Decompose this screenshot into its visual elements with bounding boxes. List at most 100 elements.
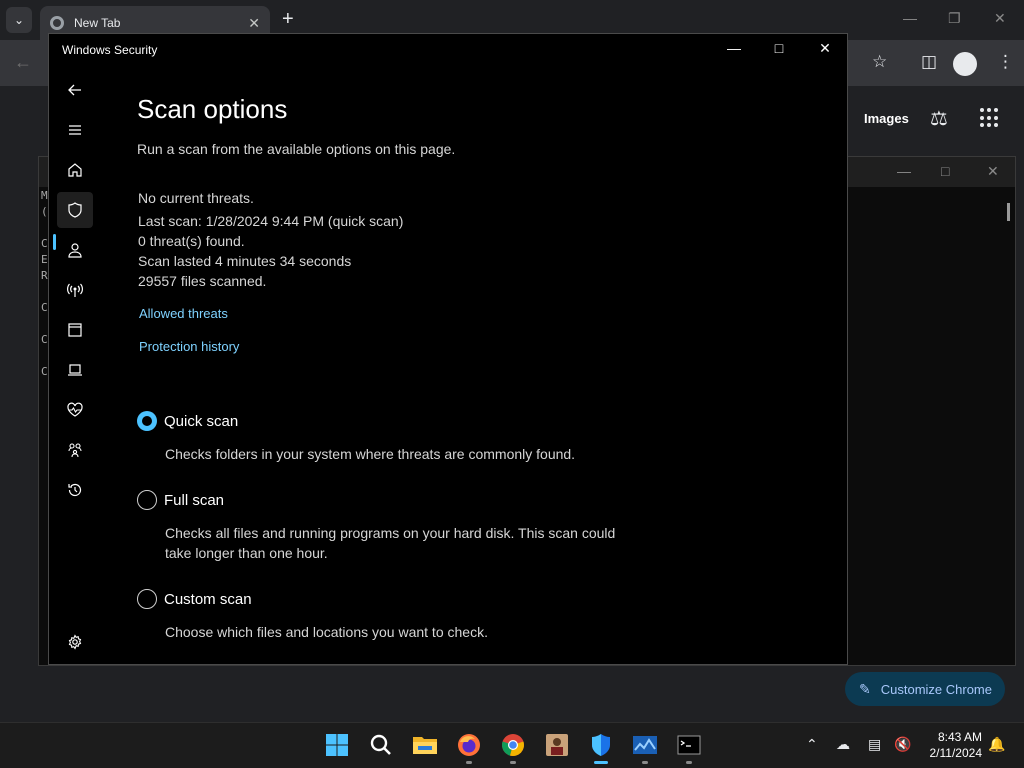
windows-security-button[interactable] (587, 731, 615, 759)
files-scanned-text: 29557 files scanned. (138, 273, 267, 289)
shield-icon (68, 202, 82, 218)
close-icon[interactable]: ✕ (813, 40, 837, 57)
nav-item-firewall[interactable] (57, 272, 93, 308)
threat-status-text: No current threats. (138, 190, 254, 206)
windows-security-icon (592, 734, 610, 756)
page-subtitle: Run a scan from the available options on… (137, 141, 456, 157)
custom-scan-option[interactable]: Custom scan (137, 588, 252, 610)
google-apps-icon[interactable] (980, 108, 1000, 128)
tab-search-button[interactable]: ⌄ (6, 7, 32, 33)
terminal-line: C (41, 333, 48, 346)
customize-chrome-label: Customize Chrome (880, 681, 992, 697)
chrome-button[interactable] (499, 731, 527, 759)
terminal-scrollbar[interactable] (1007, 203, 1010, 221)
nav-item-settings[interactable] (57, 624, 93, 660)
full-scan-label: Full scan (164, 491, 225, 509)
bookmark-star-icon[interactable]: ☆ (872, 52, 887, 72)
nav-menu-button[interactable] (57, 112, 93, 148)
terminal-close-icon[interactable]: ✕ (987, 163, 999, 180)
chrome-restore-icon[interactable]: ❐ (948, 10, 961, 27)
app-icon (546, 734, 568, 756)
file-explorer-button[interactable] (411, 731, 439, 759)
custom-scan-label: Custom scan (164, 590, 252, 608)
full-scan-radio[interactable] (137, 490, 157, 510)
nav-item-device-security[interactable] (57, 352, 93, 388)
nav-item-home[interactable] (57, 152, 93, 188)
network-icon[interactable]: ▤ (868, 736, 881, 753)
settings-gear-icon (68, 634, 82, 650)
quick-scan-option[interactable]: Quick scan (137, 410, 238, 432)
nav-active-indicator (53, 234, 56, 250)
terminal-line: R (41, 269, 48, 282)
threats-found-text: 0 threat(s) found. (138, 233, 245, 249)
terminal-maximize-icon[interactable]: □ (941, 163, 949, 179)
pinned-app-button[interactable] (543, 731, 571, 759)
side-panel-icon[interactable]: ◫ (921, 52, 937, 72)
volume-muted-icon[interactable]: 🔇 (894, 736, 911, 753)
person-icon (68, 243, 82, 258)
nav-item-account-protection[interactable] (57, 232, 93, 268)
chevron-down-icon: ⌄ (13, 13, 25, 27)
profile-avatar-icon[interactable] (953, 52, 977, 76)
quick-scan-label: Quick scan (164, 412, 239, 430)
customize-chrome-button[interactable]: ✎ Customize Chrome (845, 672, 1005, 706)
terminal-running-indicator (686, 761, 692, 764)
notification-bell-icon[interactable]: 🔔 (988, 736, 1005, 753)
back-button[interactable] (57, 72, 93, 108)
windows-security-active-indicator (594, 761, 608, 764)
window-title: Windows Security (62, 43, 158, 57)
heart-pulse-icon (67, 402, 83, 417)
nav-item-virus-protection[interactable] (57, 192, 93, 228)
maximize-icon[interactable]: □ (767, 40, 791, 56)
onedrive-offline-icon[interactable]: ☁ (836, 736, 850, 753)
terminal-icon (677, 735, 701, 755)
taskbar-search-button[interactable] (367, 731, 395, 759)
tab-close-icon[interactable]: ✕ (248, 15, 260, 32)
window-titlebar: Windows Security — □ ✕ (49, 34, 847, 66)
terminal-line: C (41, 365, 48, 378)
protection-history-link[interactable]: Protection history (139, 339, 239, 354)
clock-date: 2/11/2024 (929, 746, 983, 760)
full-scan-option[interactable]: Full scan (137, 489, 224, 511)
labs-flask-icon[interactable]: ⚖ (930, 106, 948, 131)
task-manager-icon (633, 736, 657, 754)
firefox-button[interactable] (455, 731, 483, 759)
custom-scan-description: Choose which files and locations you wan… (165, 624, 488, 640)
more-menu-icon[interactable]: ⋮ (997, 52, 1014, 72)
windows-security-window: Windows Security — □ ✕ Scan options Run … (48, 33, 848, 665)
scan-options-page: Scan options Run a scan from the availab… (137, 90, 837, 660)
images-link[interactable]: Images (864, 111, 909, 126)
terminal-button[interactable] (675, 731, 703, 759)
tab-title: New Tab (74, 16, 121, 30)
terminal-minimize-icon[interactable]: — (897, 163, 911, 179)
custom-scan-radio[interactable] (137, 589, 157, 609)
history-icon (68, 483, 82, 497)
start-button[interactable] (323, 731, 351, 759)
back-arrow-icon[interactable]: ← (14, 52, 32, 73)
firefox-running-indicator (466, 761, 472, 764)
terminal-line: ( (41, 205, 48, 218)
quick-scan-radio[interactable] (137, 411, 157, 431)
minimize-icon[interactable]: — (722, 40, 746, 56)
back-arrow-icon (68, 84, 81, 96)
system-clock[interactable]: 8:43 AM 2/11/2024 (920, 729, 983, 761)
nav-sidebar (49, 74, 97, 664)
nav-item-family-options[interactable] (57, 432, 93, 468)
allowed-threats-link[interactable]: Allowed threats (139, 306, 228, 321)
nav-item-device-performance[interactable] (57, 392, 93, 428)
chrome-minimize-icon[interactable]: — (903, 10, 917, 26)
chrome-close-icon[interactable]: ✕ (994, 10, 1006, 27)
terminal-line: M (41, 189, 48, 202)
clock-time: 8:43 AM (937, 730, 982, 744)
wireless-icon (67, 283, 83, 297)
terminal-line: C (41, 237, 48, 250)
terminal-line: C (41, 301, 48, 314)
nav-item-protection-history[interactable] (57, 472, 93, 508)
search-icon (370, 734, 391, 755)
task-manager-running-indicator (642, 761, 648, 764)
show-hidden-icons-chevron-icon[interactable]: ⌃ (806, 736, 818, 753)
nav-item-app-browser-control[interactable] (57, 312, 93, 348)
new-tab-button[interactable]: + (282, 9, 294, 29)
task-manager-button[interactable] (631, 731, 659, 759)
terminal-line: E (41, 253, 48, 266)
